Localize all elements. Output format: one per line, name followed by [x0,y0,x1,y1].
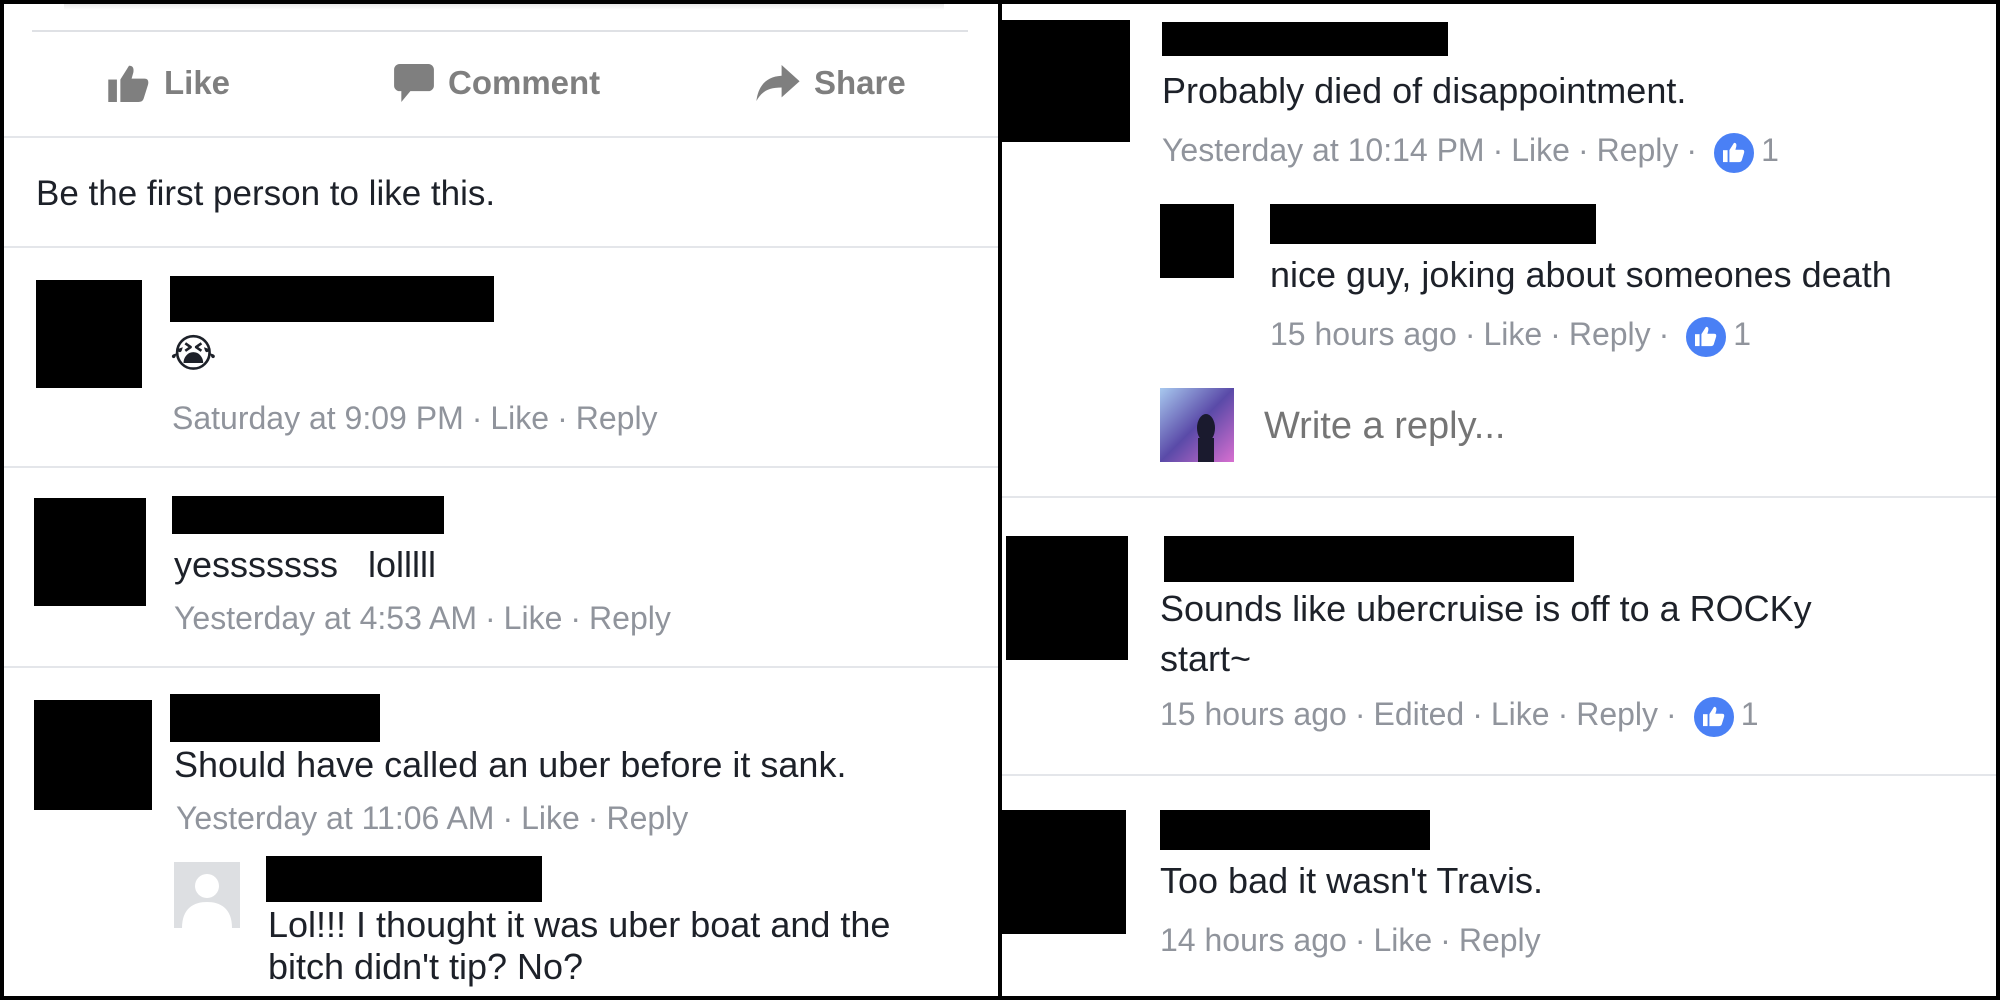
redacted-author-name [1162,22,1448,56]
reply-link[interactable]: Reply [1459,922,1541,959]
thumbs-up-icon [108,65,149,102]
divider [64,4,944,10]
reply-link[interactable]: Reply [589,600,671,637]
likes-prompt: Be the first person to like this. [36,174,496,213]
reaction-count: 1 [1761,132,1779,169]
like-link[interactable]: Like [1511,132,1570,169]
comment-text-line: start~ [1160,638,1252,679]
default-avatar [174,862,240,928]
person-silhouette-icon [182,874,232,928]
comment-timestamp: Saturday at 9:09 PM [172,400,464,436]
like-label: Like [164,64,231,101]
reply-link[interactable]: Reply [1569,316,1651,353]
redacted-avatar [34,498,146,606]
like-link[interactable]: Like [504,600,563,637]
like-link[interactable]: Like [1373,922,1432,959]
divider [32,30,968,32]
like-reaction-icon[interactable] [1690,694,1737,740]
like-link[interactable]: Like [521,800,580,837]
comment-text-line: Sounds like ubercruise is off to a ROCKy [1160,588,1812,629]
comment-label: Comment [448,64,601,101]
like-action-button[interactable]: Like [108,64,230,102]
current-user-avatar [1160,388,1234,462]
redacted-author-name [1160,810,1430,850]
reply-link[interactable]: Reply [1576,696,1658,733]
comment-meta: Yesterday at 11:06 AM · Like · Reply [176,800,689,837]
reply-link[interactable]: Reply [576,400,658,437]
reply-text-line: Lol!!! I thought it was uber boat and th… [268,904,891,945]
left-screenshot-panel: Like Comment Share Be the first person t… [4,4,998,996]
comment-text: Probably died of disappointment. [1162,70,1687,111]
divider [4,666,998,668]
comment-meta: Yesterday at 4:53 AM · Like · Reply [174,600,671,637]
redacted-avatar [34,700,152,810]
divider [4,136,998,138]
comment-timestamp: Yesterday at 11:06 AM [176,800,495,836]
comment-text: yesssssss lolllll [174,544,437,585]
comment-text: Too bad it wasn't Travis. [1160,860,1544,901]
redacted-author-name [172,496,444,534]
redacted-author-name [170,276,494,322]
redacted-author-name [266,856,542,902]
comment-timestamp: Yesterday at 10:14 PM [1162,132,1485,169]
reply-link[interactable]: Reply [1597,132,1679,169]
comment-icon [394,64,434,102]
share-action-button[interactable]: Share [756,64,906,102]
divider [1002,774,1996,776]
comment-meta: 15 hours ago · Edited · Like · Reply · 1 [1160,694,1758,740]
redacted-avatar [1160,204,1234,278]
write-reply-input[interactable] [1264,396,1904,456]
redacted-author-name [1270,204,1596,244]
share-label: Share [814,64,906,101]
reply-text-line: bitch didn't tip? No? [268,946,584,987]
like-link[interactable]: Like [1483,316,1542,353]
edited-label[interactable]: Edited [1373,696,1464,733]
redacted-avatar [1002,20,1130,142]
comment-action-button[interactable]: Comment [394,64,600,102]
like-reaction-icon[interactable] [1711,130,1758,176]
redacted-avatar [36,280,142,388]
comment-text: Should have called an uber before it san… [174,744,847,785]
comment-meta: Yesterday at 10:14 PM · Like · Reply · 1 [1162,130,1779,176]
divider [4,246,998,248]
like-link[interactable]: Like [1491,696,1550,733]
reply-timestamp: 15 hours ago [1270,316,1457,353]
comment-meta: Saturday at 9:09 PM · Like · Reply [172,400,658,437]
redacted-avatar [1002,810,1126,934]
reply-text: Lol!!! I thought it was uber boat and th… [268,904,890,988]
reply-text: nice guy, joking about someones death [1270,254,1892,295]
comment-timestamp: Yesterday at 4:53 AM [174,600,478,636]
redacted-author-name [170,694,380,742]
comment-text: 😭 [170,332,217,376]
redacted-avatar [1006,536,1128,660]
reaction-count: 1 [1733,316,1752,353]
redacted-author-name [1164,536,1574,582]
like-link[interactable]: Like [490,400,549,437]
right-screenshot-panel: Probably died of disappointment. Yesterd… [1002,4,1996,996]
reply-meta: 15 hours ago · Like · Reply · 1 [1270,314,1751,360]
divider [4,466,998,468]
share-arrow-icon [756,65,800,101]
reaction-count: 1 [1740,696,1759,733]
reply-link[interactable]: Reply [606,800,688,837]
like-reaction-icon[interactable] [1683,314,1730,360]
comment-timestamp: 14 hours ago [1160,922,1347,958]
divider [1002,496,1996,498]
comment-text: Sounds like ubercruise is off to a ROCKy… [1160,584,1812,684]
comment-meta: 14 hours ago · Like · Reply [1160,922,1541,959]
comment-timestamp: 15 hours ago [1160,696,1347,733]
